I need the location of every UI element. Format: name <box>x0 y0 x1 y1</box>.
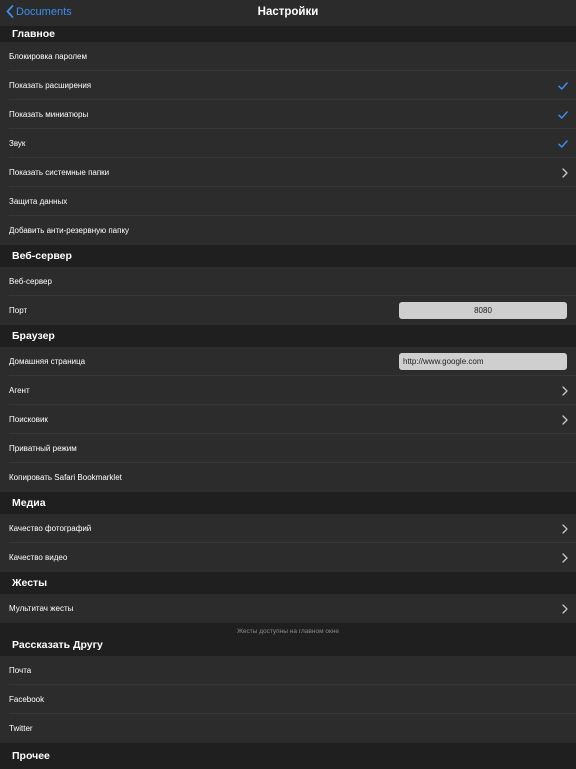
section-header-webserver: Веб-сервер <box>0 245 576 267</box>
row-facebook[interactable]: Facebook <box>0 685 576 714</box>
section-header-main: Главное <box>0 26 576 42</box>
row-data-protection[interactable]: Защита данных <box>0 187 576 216</box>
section-header-browser: Браузер <box>0 325 576 347</box>
row-label: Показать системные папки <box>9 168 110 177</box>
row-label: Качество фотографий <box>9 524 92 533</box>
checkmark-icon <box>558 110 568 119</box>
row-label: Почта <box>9 666 32 675</box>
row-sound[interactable]: Звук <box>0 129 576 158</box>
row-label: Блокировка паролем <box>9 52 87 61</box>
page-title: Настройки <box>257 6 319 18</box>
row-label: Копировать Safari Bookmarklet <box>9 473 122 482</box>
row-label: Twitter <box>9 724 33 733</box>
row-show-extensions[interactable]: Показать расширения <box>0 71 576 100</box>
row-label: Веб-сервер <box>9 277 52 286</box>
row-label: Показать миниатюры <box>9 110 89 119</box>
chevron-right-icon <box>562 552 568 563</box>
row-password-lock[interactable]: Блокировка паролем <box>0 42 576 71</box>
row-search-engine[interactable]: Поисковик <box>0 405 576 434</box>
row-private-mode[interactable]: Приватный режим <box>0 434 576 463</box>
section-header-share: Рассказать Другу <box>0 639 576 656</box>
row-photo-quality[interactable]: Качество фотографий <box>0 514 576 543</box>
row-homepage: Домашняя страница <box>0 347 576 376</box>
homepage-input[interactable] <box>399 353 567 370</box>
chevron-right-icon <box>562 167 568 178</box>
chevron-right-icon <box>562 385 568 396</box>
section-header-other: Прочее <box>0 743 576 769</box>
row-port: Порт <box>0 296 576 325</box>
row-show-system-folders[interactable]: Показать системные папки <box>0 158 576 187</box>
chevron-right-icon <box>562 603 568 614</box>
row-mail[interactable]: Почта <box>0 656 576 685</box>
chevron-right-icon <box>562 523 568 534</box>
checkmark-icon <box>558 139 568 148</box>
row-twitter[interactable]: Twitter <box>0 714 576 743</box>
checkmark-icon <box>558 81 568 90</box>
row-video-quality[interactable]: Качество видео <box>0 543 576 572</box>
row-label: Приватный режим <box>9 444 77 453</box>
gestures-footer-note: Жесты доступны на главном окне <box>0 623 576 639</box>
row-webserver[interactable]: Веб-сервер <box>0 267 576 296</box>
row-label: Домашняя страница <box>9 357 86 366</box>
section-header-gestures: Жесты <box>0 572 576 594</box>
row-label: Агент <box>9 386 30 395</box>
row-label: Показать расширения <box>9 81 92 90</box>
row-label: Мультитач жесты <box>9 604 74 613</box>
navigation-bar: Documents Настройки <box>0 0 576 26</box>
row-label: Поисковик <box>9 415 48 424</box>
row-multitouch-gestures[interactable]: Мультитач жесты <box>0 594 576 623</box>
row-label: Звук <box>9 139 26 148</box>
row-add-anti-backup-folder[interactable]: Добавить анти-резервную папку <box>0 216 576 245</box>
chevron-right-icon <box>562 414 568 425</box>
section-header-media: Медиа <box>0 492 576 514</box>
row-agent[interactable]: Агент <box>0 376 576 405</box>
row-label: Качество видео <box>9 553 68 562</box>
row-label: Защита данных <box>9 197 68 206</box>
row-label: Добавить анти-резервную папку <box>9 226 130 235</box>
row-copy-safari-bookmarklet[interactable]: Копировать Safari Bookmarklet <box>0 463 576 492</box>
row-show-thumbnails[interactable]: Показать миниатюры <box>0 100 576 129</box>
port-input[interactable] <box>399 302 567 319</box>
row-label: Facebook <box>9 695 45 704</box>
row-label: Порт <box>9 306 28 315</box>
